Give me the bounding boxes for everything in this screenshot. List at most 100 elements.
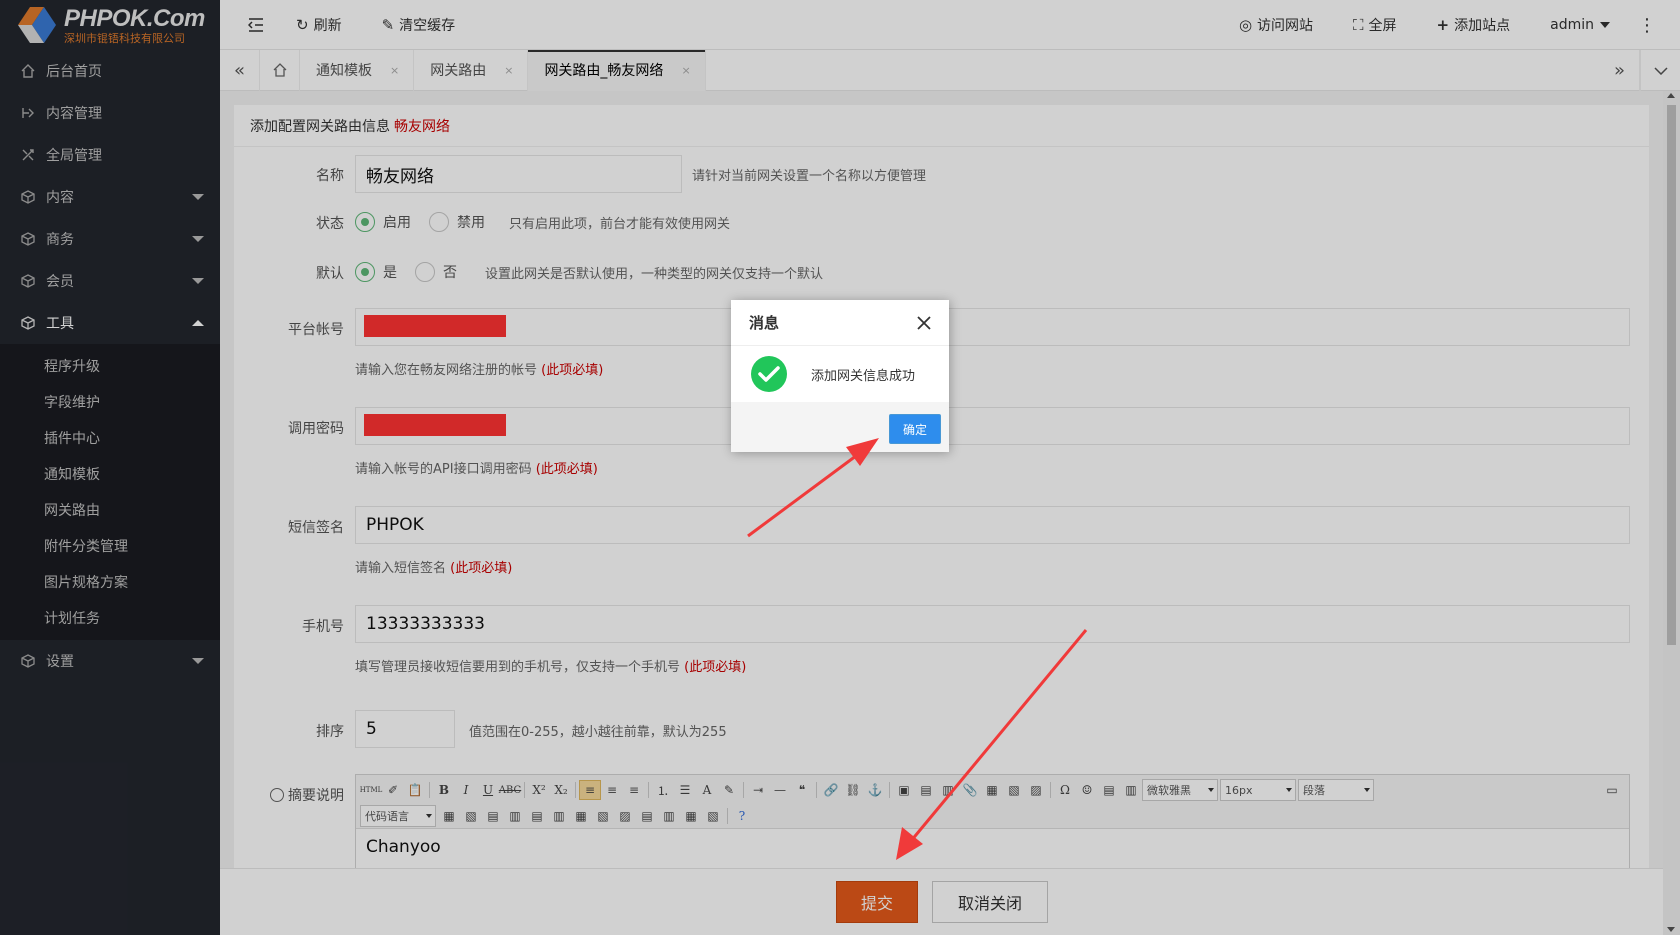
table-props-icon[interactable]: ▥ <box>1120 780 1142 800</box>
eraser-icon[interactable]: ✐ <box>382 780 404 800</box>
sidebar-item-content-manage[interactable]: 内容管理 <box>0 92 220 134</box>
status-disable-radio[interactable]: 禁用 <box>429 212 485 232</box>
menu-toggle-button[interactable] <box>248 0 264 50</box>
paste-icon[interactable]: 📋 <box>404 780 426 800</box>
strikethrough-icon[interactable]: ABC <box>499 780 521 800</box>
cancel-close-button[interactable]: 取消关闭 <box>932 881 1048 923</box>
tab-notify-template[interactable]: 通知模板 × <box>300 49 415 91</box>
sidebar-item-settings[interactable]: 设置 <box>0 640 220 682</box>
user-menu[interactable]: admin <box>1550 0 1610 50</box>
align-left-icon[interactable]: ≡ <box>579 780 601 800</box>
close-icon[interactable]: × <box>681 64 690 77</box>
sort-input[interactable]: 5 <box>355 710 455 748</box>
bold-icon[interactable]: B <box>433 780 455 800</box>
sidebar-item-tools[interactable]: 工具 <box>0 302 220 344</box>
name-input[interactable]: 畅友网络 <box>355 155 682 193</box>
scroll-thumb[interactable] <box>1667 105 1676 645</box>
scroll-down-icon[interactable] <box>1667 927 1675 932</box>
more-menu-button[interactable]: ⋮ <box>1638 0 1656 50</box>
editor-content[interactable]: Chanyoo <box>356 829 1629 865</box>
sidebar-subitem-notify-templates[interactable]: 通知模板 <box>0 456 220 492</box>
link-icon[interactable]: 🔗 <box>820 780 842 800</box>
sidebar-item-business[interactable]: 商务 <box>0 218 220 260</box>
delete-row-icon[interactable]: ▤ <box>526 806 548 826</box>
delete-table-icon[interactable]: ▧ <box>460 806 482 826</box>
tabs-scroll-left-button[interactable]: « <box>220 49 260 91</box>
video-icon[interactable]: ▥ <box>937 780 959 800</box>
add-site-button[interactable]: + 添加站点 <box>1437 0 1511 50</box>
table-icon[interactable]: ▦ <box>438 806 460 826</box>
underline-icon[interactable]: U <box>477 780 499 800</box>
html-source-icon[interactable]: HTML <box>360 780 383 800</box>
merge-down-icon[interactable]: ▤ <box>636 806 658 826</box>
tabs-scroll-right-button[interactable]: » <box>1600 50 1640 91</box>
password-input[interactable] <box>355 407 1630 445</box>
sidebar-subitem-image-specs[interactable]: 图片规格方案 <box>0 564 220 600</box>
sidebar-subitem-gateway-routes[interactable]: 网关路由 <box>0 492 220 528</box>
clear-cache-button[interactable]: ✎ 清空缓存 <box>382 0 456 50</box>
fullscreen-button[interactable]: ⛶ 全屏 <box>1353 0 1397 50</box>
delete-col-icon[interactable]: ▦ <box>570 806 592 826</box>
sidebar-subitem-upgrade[interactable]: 程序升级 <box>0 348 220 384</box>
close-icon[interactable]: × <box>390 64 399 77</box>
split-cell-icon[interactable]: ▥ <box>658 806 680 826</box>
insert-col-icon[interactable]: ▥ <box>548 806 570 826</box>
code-language-select[interactable]: 代码语言 <box>360 805 436 827</box>
ordered-list-icon[interactable]: ⒈ <box>652 780 674 800</box>
tabs-menu-button[interactable] <box>1640 50 1680 91</box>
font-family-select[interactable]: 微软雅黑 <box>1142 779 1218 801</box>
special-char-icon[interactable]: Ω <box>1054 780 1076 800</box>
image-icon[interactable]: ▣ <box>893 780 915 800</box>
italic-icon[interactable]: I <box>455 780 477 800</box>
account-input[interactable] <box>355 308 1630 346</box>
sidebar-item-content[interactable]: 内容 <box>0 176 220 218</box>
close-icon[interactable]: × <box>504 64 513 77</box>
tab-gateway-route-chanyoo[interactable]: 网关路由_畅友网络 × <box>528 49 706 91</box>
summary-label[interactable]: 摘要说明 <box>234 785 344 805</box>
clipboard-icon[interactable]: ▦ <box>981 780 1003 800</box>
fullscreen-editor-icon[interactable]: ▭ <box>1601 780 1623 800</box>
unlink-icon[interactable]: ⛓ <box>842 780 864 800</box>
align-right-icon[interactable]: ≡ <box>623 780 645 800</box>
highlight-icon[interactable]: ✎ <box>718 780 740 800</box>
default-yes-radio[interactable]: 是 <box>355 262 397 282</box>
dialog-ok-button[interactable]: 确定 <box>889 414 941 444</box>
split-rows-icon[interactable]: ▦ <box>680 806 702 826</box>
status-enable-radio[interactable]: 启用 <box>355 212 411 232</box>
font-color-icon[interactable]: A <box>696 780 718 800</box>
font-size-select[interactable]: 16px <box>1220 779 1296 801</box>
close-icon[interactable] <box>915 314 933 332</box>
sidebar-item-global-manage[interactable]: 全局管理 <box>0 134 220 176</box>
attachment-icon[interactable]: 📎 <box>959 780 981 800</box>
table-insert-icon[interactable]: ▤ <box>1098 780 1120 800</box>
split-cols-icon[interactable]: ▧ <box>702 806 724 826</box>
quote-icon[interactable]: ❝ <box>791 780 813 800</box>
subscript-icon[interactable]: X₂ <box>550 780 572 800</box>
phone-input[interactable]: 13333333333 <box>355 605 1630 643</box>
map-icon[interactable]: ▧ <box>1003 780 1025 800</box>
sign-input[interactable]: PHPOK <box>355 506 1630 544</box>
default-no-radio[interactable]: 否 <box>415 262 457 282</box>
sidebar-item-member[interactable]: 会员 <box>0 260 220 302</box>
visit-site-button[interactable]: ◎ 访问网站 <box>1239 0 1313 50</box>
sidebar-subitem-plugins[interactable]: 插件中心 <box>0 420 220 456</box>
sidebar-item-home[interactable]: 后台首页 <box>0 50 220 92</box>
superscript-icon[interactable]: X² <box>528 780 550 800</box>
indent-icon[interactable]: ⇥ <box>747 780 769 800</box>
insert-row-before-icon[interactable]: ▤ <box>482 806 504 826</box>
scroll-up-icon[interactable] <box>1667 93 1675 98</box>
horizontal-rule-icon[interactable]: — <box>769 780 791 800</box>
paragraph-select[interactable]: 段落 <box>1298 779 1374 801</box>
anchor-icon[interactable]: ⚓ <box>864 780 886 800</box>
tab-gateway-route[interactable]: 网关路由 × <box>414 49 529 91</box>
sidebar-subitem-fields[interactable]: 字段维护 <box>0 384 220 420</box>
sidebar-subitem-scheduled-tasks[interactable]: 计划任务 <box>0 600 220 636</box>
refresh-button[interactable]: ↻ 刷新 <box>296 0 342 50</box>
logo[interactable]: PHPOK.Com 深圳市锟铻科技有限公司 <box>0 0 220 50</box>
unordered-list-icon[interactable]: ☰ <box>674 780 696 800</box>
emoji-icon[interactable]: ☺ <box>1076 780 1098 800</box>
page-scrollbar[interactable] <box>1663 91 1680 935</box>
multi-image-icon[interactable]: ▤ <box>915 780 937 800</box>
sidebar-subitem-attachment-categories[interactable]: 附件分类管理 <box>0 528 220 564</box>
tab-home[interactable] <box>260 49 300 91</box>
